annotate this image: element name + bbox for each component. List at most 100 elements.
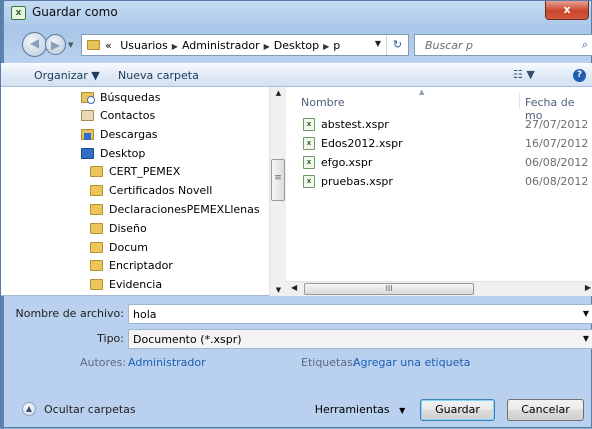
desktop-icon xyxy=(81,148,94,159)
xspr-file-icon: x xyxy=(303,156,315,169)
close-button[interactable]: x xyxy=(545,1,589,20)
scroll-up-icon[interactable]: ▲ xyxy=(270,89,287,97)
downloads-icon xyxy=(81,129,94,140)
app-icon: x xyxy=(11,6,26,20)
file-name: pruebas.xspr xyxy=(321,175,393,188)
forward-button[interactable]: ▶ xyxy=(45,34,66,55)
address-dropdown-icon[interactable]: ▼ xyxy=(375,39,381,48)
tree-item-label: Docum xyxy=(109,241,148,254)
chevron-up-icon: ▲ xyxy=(22,402,36,416)
saved-search-icon xyxy=(81,92,95,104)
tree-item-label: Diseño xyxy=(109,222,147,235)
xspr-file-icon: x xyxy=(303,118,315,131)
folder-icon xyxy=(90,260,103,271)
column-divider[interactable] xyxy=(519,93,520,109)
folder-icon xyxy=(90,279,103,290)
tree-item-label: DeclaracionesPEMEXLlenas xyxy=(109,203,260,216)
column-header-name[interactable]: Nombre xyxy=(301,87,345,113)
file-name: Edos2012.xspr xyxy=(321,137,403,150)
file-date: 06/08/2012 0 xyxy=(525,156,592,169)
scroll-right-icon[interactable]: ▶ xyxy=(585,283,591,292)
help-icon[interactable]: ? xyxy=(573,69,586,82)
new-folder-button[interactable]: Nueva carpeta xyxy=(118,69,199,82)
scroll-thumb[interactable]: ≡ xyxy=(271,159,285,201)
recent-pages-dropdown[interactable]: ▼ xyxy=(68,41,73,49)
file-row[interactable]: x Edos2012.xspr 16/07/2012 0 xyxy=(300,135,592,153)
chevron-down-icon: ▼ xyxy=(399,406,406,415)
xspr-file-icon: x xyxy=(303,137,315,150)
sort-ascending-icon: ▲ xyxy=(419,88,425,96)
file-row[interactable]: x pruebas.xspr 06/08/2012 0 xyxy=(300,173,592,191)
file-name: efgo.xspr xyxy=(321,156,373,169)
breadcrumb: « Usuarios ▶ Administrador ▶ Desktop ▶ p xyxy=(105,39,340,52)
folder-icon xyxy=(90,166,103,177)
search-icon[interactable]: ⌕ xyxy=(582,38,588,52)
hscroll-thumb[interactable]: III xyxy=(304,283,474,295)
file-row[interactable]: x abstest.xspr 27/07/2012 0 xyxy=(300,116,592,134)
forward-arrow-icon: ▶ xyxy=(50,38,61,52)
tree-item-label: Descargas xyxy=(100,128,158,141)
folder-icon xyxy=(90,185,103,196)
breadcrumb-p[interactable]: p xyxy=(333,39,340,52)
tree-item-label: Encriptador xyxy=(109,259,173,272)
back-button[interactable]: ◀ xyxy=(22,32,47,57)
authors-link[interactable]: Administrador xyxy=(128,356,206,369)
breadcrumb-usuarios[interactable]: Usuarios xyxy=(120,39,168,52)
chevron-down-icon[interactable]: ▼ xyxy=(583,309,589,318)
folder-icon xyxy=(90,204,103,215)
file-list-hscrollbar[interactable]: ◀ III ▶ xyxy=(286,281,592,296)
breadcrumb-desktop[interactable]: Desktop xyxy=(274,39,319,52)
tree-item-label: Evidencia xyxy=(109,278,163,291)
column-header-date[interactable]: Fecha de mo xyxy=(525,87,592,122)
file-list: Nombre ▲ Fecha de mo x abstest.xspr 27/07/… xyxy=(286,87,592,296)
breadcrumb-separator-icon[interactable]: ▶ xyxy=(172,42,178,51)
add-tag-link[interactable]: Agregar una etiqueta xyxy=(353,356,470,369)
search-placeholder: Buscar p xyxy=(425,39,474,52)
navigation-bar: ◀ ▶ ▼ « Usuarios ▶ Administrador ▶ Desktop ▶ p… xyxy=(1,29,592,59)
address-bar[interactable]: « Usuarios ▶ Administrador ▶ Desktop ▶ p ▼ ↻ xyxy=(81,34,409,56)
authors-label: Autores: xyxy=(80,356,127,369)
scroll-down-icon[interactable]: ▼ xyxy=(270,286,287,294)
tree-item-label: Contactos xyxy=(100,109,156,122)
breadcrumb-overflow[interactable]: « xyxy=(105,39,112,52)
back-arrow-icon: ◀ xyxy=(29,36,40,50)
tags-label: Etiquetas: xyxy=(301,356,357,369)
tools-button[interactable]: Herramientas ▼ xyxy=(305,399,415,421)
filename-input[interactable]: hola ▼ xyxy=(128,304,592,324)
tree-item-label: CERT_PEMEX xyxy=(109,165,181,178)
file-type-select[interactable]: Documento (*.xspr) ▼ xyxy=(128,329,592,349)
breadcrumb-separator-icon[interactable]: ▶ xyxy=(264,42,270,51)
breadcrumb-administrador[interactable]: Administrador xyxy=(182,39,260,52)
file-date: 06/08/2012 0 xyxy=(525,175,592,188)
filename-label: Nombre de archivo: xyxy=(15,307,125,320)
organize-button[interactable]: Organizar ▼ xyxy=(34,69,100,82)
chevron-down-icon[interactable]: ▼ xyxy=(583,334,589,343)
type-label: Tipo: xyxy=(97,332,124,345)
cancel-button[interactable]: Cancelar xyxy=(507,399,584,421)
file-type-value: Documento (*.xspr) xyxy=(133,333,242,346)
file-name: abstest.xspr xyxy=(321,118,389,131)
browser-pane: Búsquedas Contactos Descargas Desktop CE… xyxy=(1,87,592,296)
file-row[interactable]: x efgo.xspr 06/08/2012 0 xyxy=(300,154,592,172)
save-as-dialog: x Guardar como x ◀ ▶ ▼ « Usuarios ▶ Admini… xyxy=(0,0,592,429)
grip-icon: ≡ xyxy=(274,173,282,183)
title-bar[interactable]: x Guardar como x xyxy=(1,1,591,25)
file-date: 16/07/2012 0 xyxy=(525,137,592,150)
breadcrumb-separator-icon[interactable]: ▶ xyxy=(323,42,329,51)
hide-folders-label: Ocultar carpetas xyxy=(44,403,136,416)
tree-item-label: Búsquedas xyxy=(100,91,161,104)
tools-label: Herramientas xyxy=(314,403,390,416)
save-button[interactable]: Guardar xyxy=(420,399,495,421)
tree-scrollbar[interactable]: ▲ ≡ ▼ xyxy=(269,87,286,296)
filename-value: hola xyxy=(133,308,157,321)
tree-item-label: Certificados Novell xyxy=(109,184,213,197)
command-toolbar: Organizar ▼ Nueva carpeta ☷ ▼ ? xyxy=(1,63,592,87)
navigation-tree: Búsquedas Contactos Descargas Desktop CE… xyxy=(1,87,269,296)
scroll-left-icon[interactable]: ◀ xyxy=(291,283,297,292)
refresh-icon[interactable]: ↻ xyxy=(386,35,408,55)
search-input[interactable]: Buscar p ⌕ xyxy=(414,34,592,56)
folder-icon xyxy=(87,40,100,50)
view-options-icon[interactable]: ☷ ▼ xyxy=(513,68,535,81)
xspr-file-icon: x xyxy=(303,175,315,188)
folder-icon xyxy=(90,223,103,234)
